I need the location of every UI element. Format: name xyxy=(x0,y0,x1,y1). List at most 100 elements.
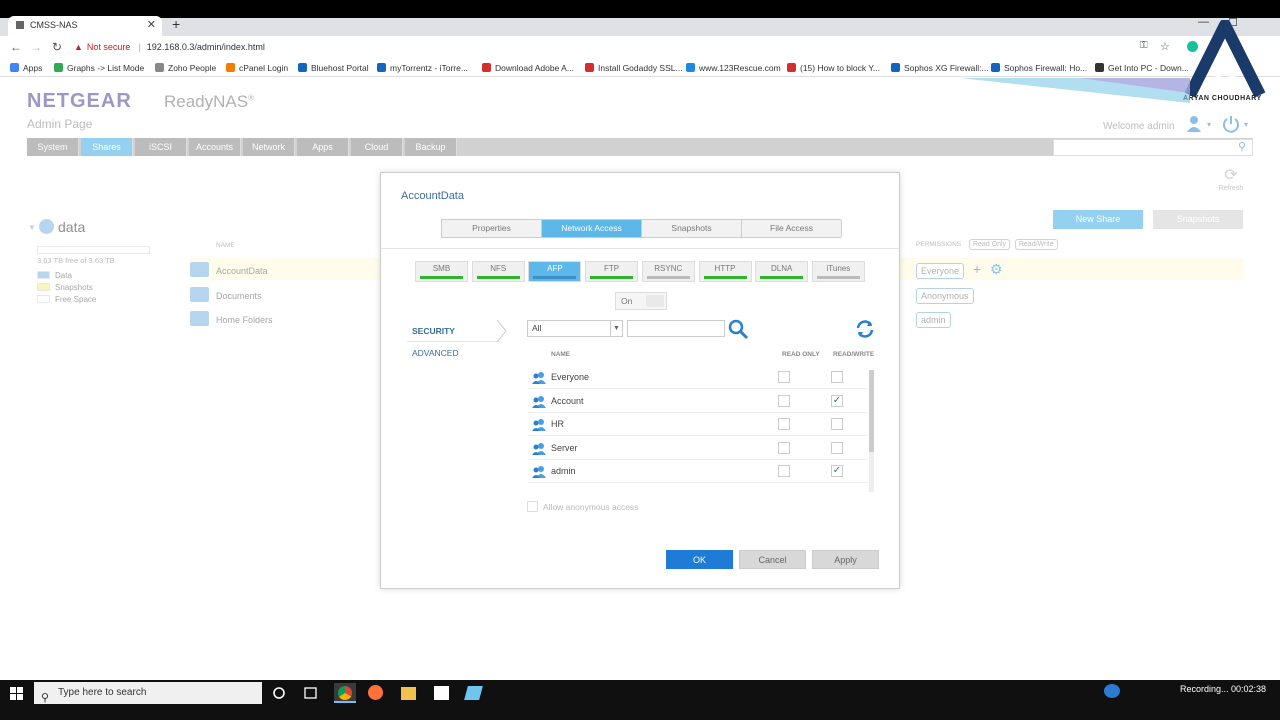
protocol-status-bar xyxy=(760,276,804,279)
bookmark-favicon-icon xyxy=(298,63,307,72)
bookmark-item[interactable]: Download Adobe A... xyxy=(482,62,574,74)
file-explorer-icon[interactable] xyxy=(401,687,416,700)
bookmark-item[interactable]: Zoho People xyxy=(155,62,216,74)
tab-title: CMSS-NAS xyxy=(30,20,78,30)
sync-icon[interactable] xyxy=(855,319,875,339)
user-name: Everyone xyxy=(551,372,590,382)
new-tab-icon[interactable]: + xyxy=(172,16,180,32)
user-row: Server xyxy=(528,437,868,460)
protocol-tab-http[interactable]: HTTP xyxy=(698,261,752,282)
decorative-banner xyxy=(960,78,1190,103)
read-only-checkbox[interactable] xyxy=(778,465,790,478)
user-name: admin xyxy=(551,466,576,477)
user-row: Account ✓ xyxy=(528,390,868,413)
bookmark-favicon-icon xyxy=(891,63,900,72)
afp-toggle[interactable]: On xyxy=(615,292,667,310)
read-write-checkbox[interactable]: ✓ xyxy=(831,394,843,407)
read-write-checkbox[interactable] xyxy=(831,418,843,431)
read-only-checkbox[interactable] xyxy=(778,441,790,454)
bookmark-favicon-icon xyxy=(54,63,63,72)
not-secure-label: Not secure xyxy=(86,42,131,52)
protocol-tab-smb[interactable]: SMB xyxy=(415,261,468,282)
protocol-status-bar xyxy=(533,276,577,279)
chrome-taskbar-icon[interactable] xyxy=(334,683,356,703)
recorder-icon[interactable] xyxy=(1104,684,1120,698)
aryan-choudhary-watermark-logo xyxy=(1184,20,1266,98)
reload-icon[interactable]: ↻ xyxy=(52,40,62,54)
bookmark-item[interactable]: Graphs -> List Mode xyxy=(54,62,144,74)
back-icon[interactable]: ← xyxy=(10,40,22,54)
filter-select[interactable]: All ▼ xyxy=(527,320,623,337)
bookmark-item[interactable]: www.123Rescue.com xyxy=(686,62,781,74)
firefox-icon[interactable] xyxy=(368,685,383,700)
bookmark-item[interactable]: Sophos XG Firewall:... xyxy=(891,62,989,74)
allow-anonymous-checkbox[interactable]: Allow anonymous access xyxy=(527,501,638,512)
toggle-knob xyxy=(646,295,664,307)
protocol-tab-afp[interactable]: AFP xyxy=(528,261,582,282)
windows-start-icon[interactable] xyxy=(10,687,23,700)
ok-button[interactable]: OK xyxy=(666,550,733,569)
star-icon[interactable]: ☆ xyxy=(1160,40,1170,53)
cancel-button[interactable]: Cancel xyxy=(739,550,806,569)
bookmark-item[interactable]: Install Godaddy SSL... xyxy=(585,62,683,74)
security-section-tab[interactable]: SECURITY xyxy=(407,320,507,342)
bookmark-item[interactable]: cPanel Login xyxy=(226,62,288,74)
url-field[interactable]: ▲ Not secure | 192.168.0.3/admin/index.html xyxy=(74,39,1130,56)
search-icon[interactable] xyxy=(727,318,749,340)
read-write-checkbox[interactable] xyxy=(831,441,843,454)
vmware-icon[interactable] xyxy=(434,686,449,700)
protocol-status-bar xyxy=(816,276,860,279)
tab-favicon-icon xyxy=(16,21,24,29)
apply-button[interactable]: Apply xyxy=(812,550,879,569)
cortana-icon[interactable] xyxy=(270,685,288,701)
read-only-checkbox[interactable] xyxy=(778,371,790,383)
browser-tab[interactable]: CMSS-NAS ✕ xyxy=(8,16,162,36)
url-text: 192.168.0.3/admin/index.html xyxy=(146,42,265,52)
protocol-tab-rsync[interactable]: RSYNC xyxy=(641,261,695,282)
advanced-section-tab[interactable]: ADVANCED xyxy=(412,348,459,358)
bookmark-favicon-icon xyxy=(1095,63,1104,72)
bookmark-favicon-icon xyxy=(585,63,594,72)
protocol-tab-dlna[interactable]: DLNA xyxy=(755,261,809,282)
user-name: HR xyxy=(551,419,564,430)
dialog-title: AccountData xyxy=(401,190,464,202)
chevron-down-icon: ▼ xyxy=(610,321,622,336)
dialog-tab-properties[interactable]: Properties xyxy=(442,220,542,237)
key-icon[interactable]: ⚿ xyxy=(1140,40,1148,51)
bookmark-item[interactable]: Bluehost Portal xyxy=(298,62,369,74)
read-only-checkbox[interactable] xyxy=(778,418,790,431)
scrollbar-thumb[interactable] xyxy=(869,370,874,452)
bookmark-item[interactable]: Sophos Firewall: Ho... xyxy=(991,62,1087,74)
bookmark-item[interactable]: (15) How to block Y... xyxy=(787,62,880,74)
browser-tab-bar xyxy=(0,0,1280,36)
user-permission-list: Everyone Account ✓ HR Server admin ✓ xyxy=(528,366,870,492)
protocol-status-bar xyxy=(590,276,634,279)
bookmark-favicon-icon xyxy=(226,63,235,72)
read-only-checkbox[interactable] xyxy=(778,394,790,407)
task-view-icon[interactable] xyxy=(302,685,320,701)
protocol-tab-ftp[interactable]: FTP xyxy=(585,261,639,282)
dialog-tabs: Properties Network Access Snapshots File Ac… xyxy=(441,219,842,238)
dialog-tab-network-access[interactable]: Network Access xyxy=(542,220,642,237)
list-scrollbar[interactable] xyxy=(869,370,874,492)
protocol-status-bar xyxy=(646,276,690,279)
forward-icon[interactable]: → xyxy=(30,40,42,54)
read-write-checkbox[interactable]: ✓ xyxy=(831,465,843,478)
warning-icon: ▲ xyxy=(74,42,83,52)
bookmark-item[interactable]: Apps xyxy=(10,62,42,74)
users-col-read-write: READ/WRITE xyxy=(833,351,875,358)
protocol-tab-itunes[interactable]: iTunes xyxy=(811,261,865,282)
share-settings-dialog: AccountData Properties Network Access Snap… xyxy=(380,172,900,589)
user-group-icon xyxy=(532,395,546,408)
bookmark-favicon-icon xyxy=(155,63,164,72)
user-search-input[interactable] xyxy=(627,320,725,337)
protocol-status-bar xyxy=(703,276,747,279)
read-write-checkbox[interactable] xyxy=(831,371,843,383)
bookmark-item[interactable]: Get Into PC - Down... xyxy=(1095,62,1189,74)
bookmark-item[interactable]: myTorrentz - iTorre... xyxy=(377,62,468,74)
protocol-tab-nfs[interactable]: NFS xyxy=(471,261,525,282)
close-tab-icon[interactable]: ✕ xyxy=(147,16,156,34)
taskbar-search-input[interactable]: ⚲ Type here to search xyxy=(34,682,262,704)
dialog-tab-file-access[interactable]: File Access xyxy=(742,220,842,237)
dialog-tab-snapshots[interactable]: Snapshots xyxy=(642,220,742,237)
